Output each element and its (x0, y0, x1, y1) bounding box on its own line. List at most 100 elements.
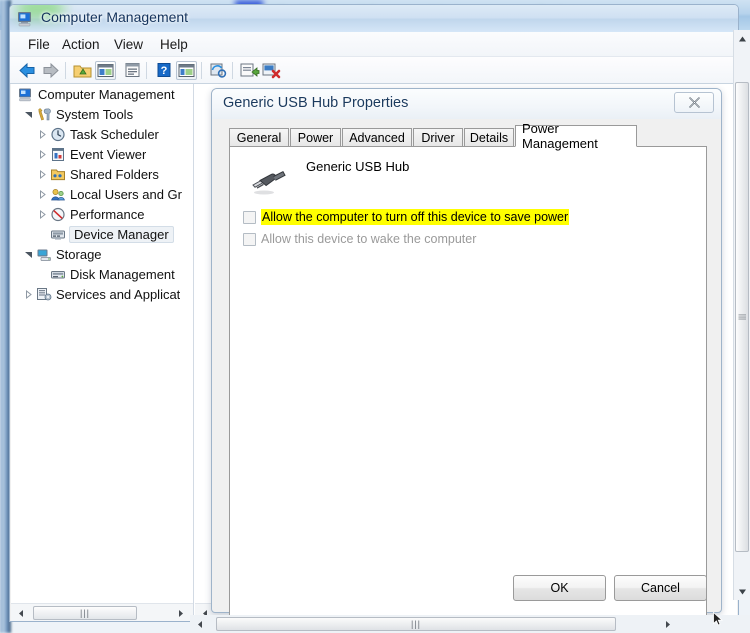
console-tree: Computer Management System Tools Task Sc… (11, 84, 193, 597)
tab-power[interactable]: Power (290, 128, 341, 147)
chevron-right-icon[interactable] (37, 209, 48, 220)
tab-driver[interactable]: Driver (413, 128, 463, 147)
tree-item-label: Computer Management (38, 86, 175, 102)
show-hide-console-tree-button[interactable] (95, 61, 116, 80)
remove-button[interactable] (261, 61, 282, 80)
scroll-left-arrow-icon[interactable] (13, 605, 29, 621)
cancel-button[interactable]: Cancel (614, 575, 707, 601)
system-tools-icon (35, 106, 52, 122)
chevron-down-icon[interactable] (23, 109, 34, 120)
chevron-right-icon[interactable] (37, 189, 48, 200)
scroll-right-arrow-icon[interactable] (660, 616, 676, 632)
chevron-right-icon[interactable] (37, 129, 48, 140)
usb-plug-icon (248, 169, 290, 199)
computer-management-icon (17, 10, 35, 27)
disk-management-icon (49, 266, 66, 282)
menu-bar: File Action View Help (10, 32, 738, 57)
toolbar-separator-2 (146, 62, 147, 79)
tab-power-management[interactable]: Power Management (515, 121, 637, 151)
tree-item-shared-folders[interactable]: Shared Folders (11, 164, 193, 184)
tree-item-label: Storage (56, 246, 102, 262)
properties-button[interactable] (122, 61, 143, 80)
close-x-icon[interactable] (674, 92, 714, 113)
tree-item-system-tools[interactable]: System Tools (11, 104, 193, 124)
page-horizontal-scrollbar[interactable]: ||| (190, 615, 750, 633)
checkbox-row-turn-off-device[interactable]: Allow the computer to turn off this devi… (243, 208, 570, 226)
tree-item-disk-management[interactable]: Disk Management (11, 264, 193, 284)
event-viewer-icon (49, 146, 66, 162)
tab-advanced[interactable]: Advanced (342, 128, 412, 147)
scroll-right-arrow-icon[interactable] (173, 605, 189, 621)
forward-button[interactable] (40, 61, 61, 80)
scroll-left-arrow-icon[interactable] (192, 616, 208, 632)
refresh-button[interactable] (208, 61, 229, 80)
tree-item-label: System Tools (56, 106, 134, 122)
menu-item-file[interactable]: File (22, 36, 56, 53)
checkbox-wake-computer[interactable] (243, 232, 256, 246)
tree-item-event-viewer[interactable]: Event Viewer (11, 144, 193, 164)
tree-item-label: Local Users and Gr (70, 186, 182, 202)
menu-item-view[interactable]: View (108, 36, 149, 53)
device-name: Generic USB Hub (306, 159, 410, 174)
tree-item-label: Disk Management (70, 266, 175, 282)
scrollbar-grip-icon: ||| (737, 313, 747, 321)
tree-item-label: Services and Applicat (56, 286, 181, 302)
tab-strip: General Power Advanced Driver Details Po… (229, 121, 707, 151)
tree-item-performance[interactable]: Performance (11, 204, 193, 224)
window-title: Computer Management (41, 9, 189, 25)
tree-item-device-manager[interactable]: Device Manager (11, 224, 193, 244)
chevron-right-icon[interactable] (37, 169, 48, 180)
storage-icon (35, 246, 52, 262)
tab-details[interactable]: Details (464, 128, 514, 147)
checkbox-turn-off-device[interactable] (243, 210, 256, 224)
scrollbar-grip-icon: ||| (79, 607, 90, 618)
up-folder-button[interactable] (72, 61, 93, 80)
checkbox-label-turn-off-device: Allow the computer to turn off this devi… (261, 209, 570, 225)
page-scrollbar-thumb[interactable]: ||| (735, 82, 749, 552)
tree-item-services-and-applications[interactable]: Services and Applicat (11, 284, 193, 304)
toolbar: ? (10, 57, 738, 84)
checkbox-label-wake-computer: Allow this device to wake the computer (261, 232, 477, 246)
svg-text:?: ? (161, 65, 168, 77)
tree-item-label: Device Manager (69, 225, 174, 243)
window-titlebar[interactable]: Computer Management (10, 5, 738, 32)
dialog-title: Generic USB Hub Properties (223, 95, 409, 111)
menu-item-help[interactable]: Help (154, 36, 194, 53)
device-properties-dialog: Generic USB Hub Properties General Power… (211, 88, 722, 633)
export-list-button[interactable] (239, 61, 260, 80)
chevron-right-icon[interactable] (23, 289, 34, 300)
tree-item-task-scheduler[interactable]: Task Scheduler (11, 124, 193, 144)
back-button[interactable] (17, 61, 38, 80)
tree-item-local-users-and-groups[interactable]: Local Users and Gr (11, 184, 193, 204)
clock-icon (49, 126, 66, 142)
page-vertical-scrollbar[interactable]: ||| (733, 30, 750, 600)
scroll-down-arrow-icon[interactable] (734, 583, 750, 600)
scroll-up-arrow-icon[interactable] (734, 30, 750, 47)
checkbox-row-wake-computer[interactable]: Allow this device to wake the computer (243, 230, 476, 248)
tree-item-storage[interactable]: Storage (11, 244, 193, 264)
toolbar-separator-1 (65, 62, 66, 79)
console-tree-pane: Computer Management System Tools Task Sc… (11, 84, 194, 621)
tree-item-label: Event Viewer (70, 146, 147, 162)
show-hide-action-pane-button[interactable] (176, 61, 197, 80)
tree-item-label: Performance (70, 206, 145, 222)
page-hscrollbar-thumb[interactable]: ||| (216, 617, 616, 631)
chevron-down-icon[interactable] (23, 249, 34, 260)
tab-general[interactable]: General (229, 128, 289, 147)
help-button[interactable]: ? (153, 61, 174, 80)
chevron-right-icon[interactable] (37, 149, 48, 160)
menu-item-action[interactable]: Action (56, 36, 106, 53)
performance-icon (49, 206, 66, 222)
tree-item-computer-management[interactable]: Computer Management (11, 84, 193, 104)
computer-management-icon (17, 86, 34, 102)
dialog-titlebar[interactable]: Generic USB Hub Properties (212, 89, 721, 119)
tree-scrollbar-thumb[interactable]: ||| (33, 606, 137, 620)
screenshot-root: without it ROT - Windows 7 Forums - Wind… (0, 0, 750, 633)
shared-folders-icon (49, 166, 66, 182)
device-manager-icon (49, 226, 66, 242)
toolbar-separator-4 (232, 62, 233, 79)
ok-button[interactable]: OK (513, 575, 606, 601)
tree-horizontal-scrollbar[interactable]: ||| (11, 603, 193, 621)
